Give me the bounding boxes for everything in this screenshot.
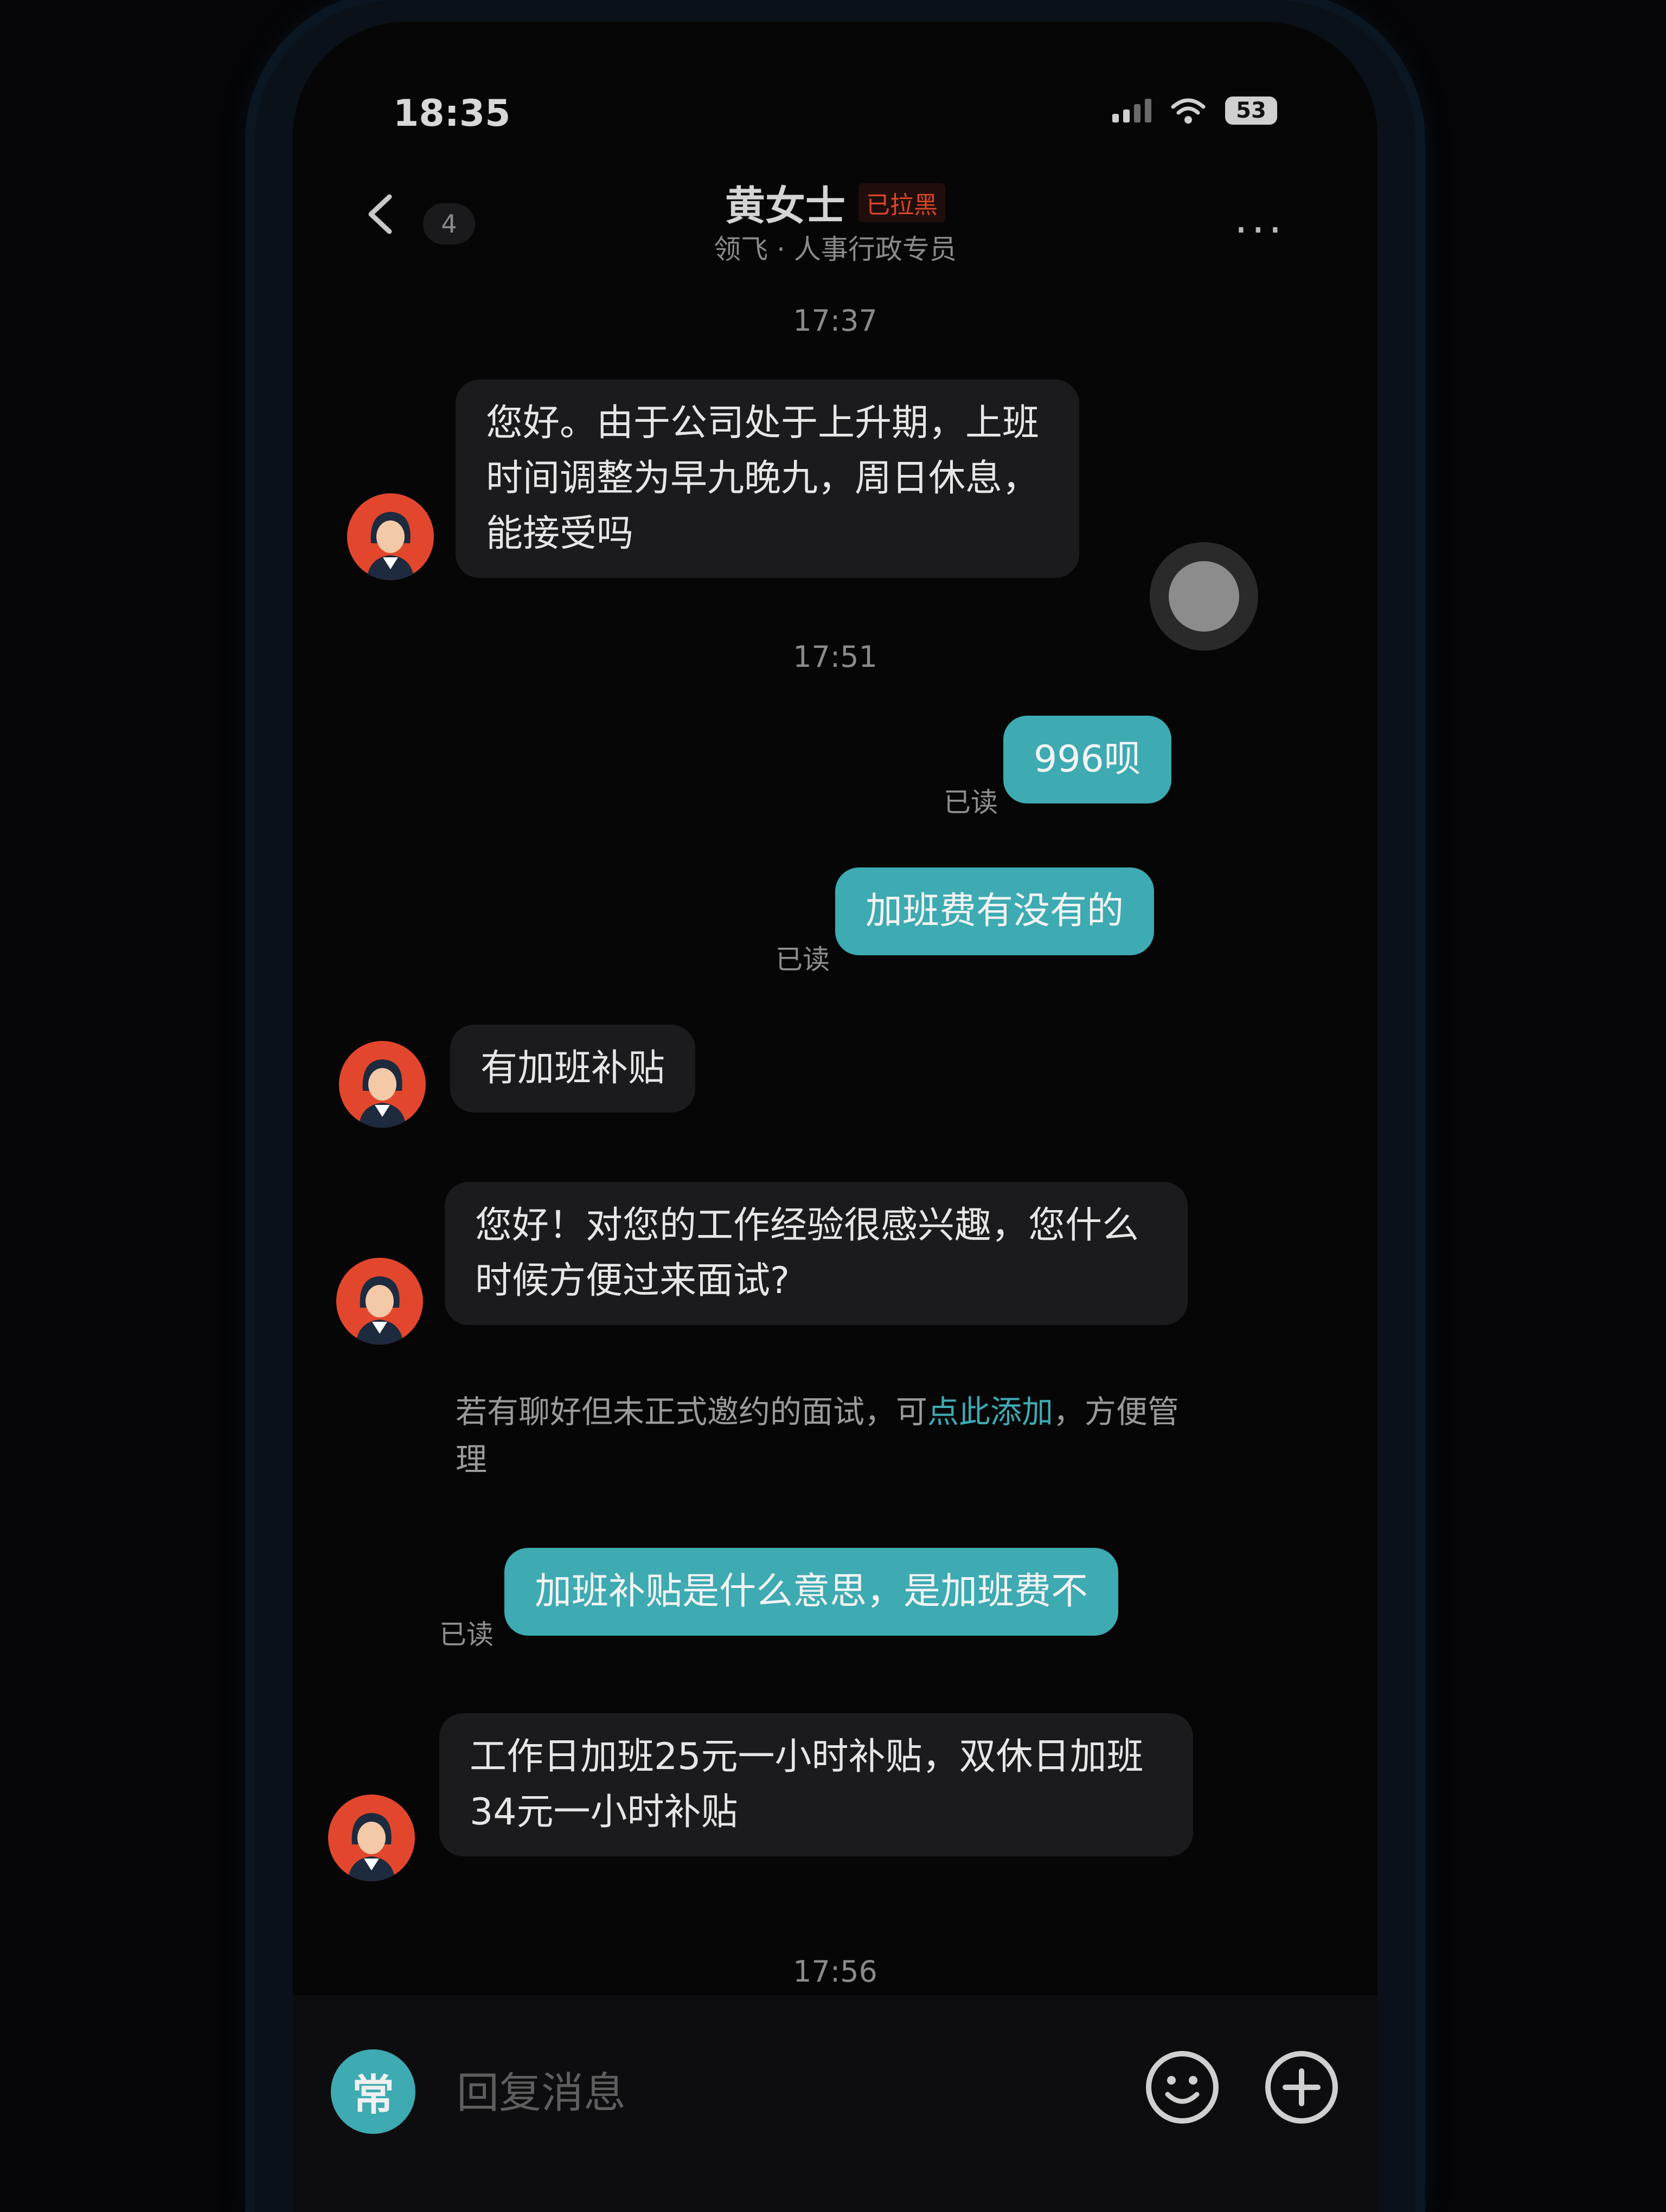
more-options-icon[interactable]: ···: [1234, 209, 1285, 252]
contact-name: 黄女士: [725, 183, 845, 229]
common-phrases-button[interactable]: 常: [331, 2049, 415, 2134]
outgoing-message[interactable]: 加班费有没有的: [835, 867, 1155, 955]
battery-icon: 53: [1225, 97, 1277, 125]
outgoing-message[interactable]: 加班补贴是什么意思，是加班费不: [504, 1548, 1119, 1636]
timestamp: 17:51: [793, 640, 877, 674]
wifi-icon: [1171, 98, 1206, 124]
reply-input[interactable]: [456, 2055, 1081, 2132]
status-icons: 53: [1112, 97, 1277, 125]
read-label: 已读: [944, 787, 998, 818]
incoming-message[interactable]: 您好。由于公司处于上升期，上班时间调整为早九晚九，周日休息，能接受吗: [456, 380, 1079, 578]
contact-avatar[interactable]: [336, 1258, 423, 1345]
timestamp: 17:56: [793, 1954, 877, 1989]
incoming-message[interactable]: 您好！对您的工作经验很感兴趣，您什么时候方便过来面试?: [445, 1182, 1188, 1325]
read-label: 已读: [776, 944, 830, 975]
plus-icon[interactable]: [1261, 2047, 1342, 2128]
assistive-touch-button[interactable]: [1150, 542, 1258, 651]
contact-avatar[interactable]: [328, 1795, 415, 1881]
input-bar: 常: [293, 1995, 1377, 2212]
status-time: 18:35: [393, 92, 511, 135]
signal-icon: [1112, 99, 1151, 123]
contact-subtitle: 领飞 · 人事行政专员: [714, 234, 957, 265]
chat-screen: 18:35 53 4 黄女士 已拉黑 领飞 · 人事行政专员 ··· 17:37…: [293, 22, 1377, 2212]
contact-avatar[interactable]: [339, 1041, 426, 1128]
system-tip: 若有聊好但未正式邀约的面试，可点此添加，方便管理: [456, 1388, 1204, 1483]
contact-avatar[interactable]: [347, 493, 434, 580]
system-tip-text: 若有聊好但未正式邀约的面试，可: [456, 1393, 928, 1430]
outgoing-message[interactable]: 996呗: [1003, 716, 1171, 803]
timestamp: 17:37: [793, 304, 877, 338]
incoming-message[interactable]: 有加班补贴: [450, 1025, 696, 1113]
blocked-badge: 已拉黑: [858, 183, 945, 222]
add-interview-link[interactable]: 点此添加: [927, 1393, 1053, 1430]
read-label: 已读: [439, 1619, 494, 1650]
incoming-message[interactable]: 工作日加班25元一小时补贴，双休日加班34元一小时补贴: [439, 1713, 1193, 1856]
emoji-icon[interactable]: [1142, 2047, 1223, 2128]
chat-title: 黄女士 已拉黑: [293, 173, 1377, 232]
